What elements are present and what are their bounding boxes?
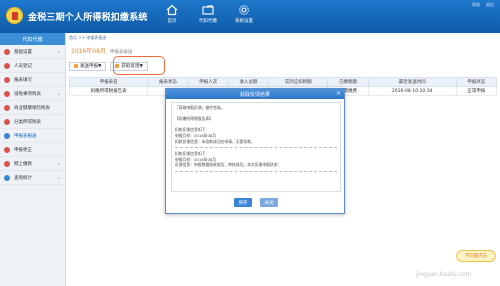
- sidebar-item-basic-settings[interactable]: 基础设置 ⌄: [0, 45, 65, 59]
- divider: [175, 170, 337, 172]
- sidebar-item-classified-income[interactable]: 分类所得附表: [0, 115, 65, 129]
- edit-icon: [4, 146, 10, 153]
- dialog-message: 「获取申报反馈」操作完成。 【扣缴所得税报告表】 扣款反馈信息如下： 申报月份：…: [171, 102, 341, 192]
- settings-icon: [4, 48, 10, 55]
- folder-icon: [202, 5, 214, 15]
- col-report-status: 报表状态: [147, 77, 189, 87]
- col-tax-paid: 已缴税额: [327, 77, 369, 87]
- watermark: 学问题点乐 jingyan.baidu.com: [416, 250, 496, 280]
- feedback-dialog: 获取反馈结果 × 「获取申报反馈」操作完成。 【扣缴所得税报告表】 扣款反馈信息…: [165, 88, 345, 214]
- person-icon: [4, 62, 10, 69]
- dialog-title-bar: 获取反馈结果 ×: [166, 89, 344, 99]
- send-report-button[interactable]: 发送申报▼: [69, 61, 107, 71]
- exit-link[interactable]: 退出: [486, 2, 494, 8]
- chevron-down-icon: ⌄: [56, 174, 61, 181]
- sidebar-item-label: 网上缴款: [14, 161, 32, 167]
- sidebar-item-label: 人员登记: [14, 63, 32, 69]
- watermark-site: jingyan.baidu.com: [416, 271, 472, 278]
- nav-withholding[interactable]: 代扣代缴: [194, 4, 222, 30]
- sidebar-item-label: 申报表报送: [14, 133, 37, 139]
- sidebar-item-online-payment[interactable]: 网上缴款 ⌄: [0, 157, 65, 171]
- watermark-badge: 学问题点乐: [456, 250, 496, 262]
- header-links: 帮助 退出: [472, 2, 494, 8]
- period-title: 2016年08月 申报表报送: [71, 46, 132, 55]
- dialog-footer: 保存 关闭: [166, 198, 346, 207]
- col-report-name: 申报表名: [68, 77, 149, 87]
- table-header-row: 申报表名 报表状态 申报人次 收入总额 实际应扣税额 已缴税额 最近发送时间 申…: [68, 77, 498, 87]
- sidebar-item-label: 报表填写: [14, 77, 32, 83]
- col-income-total: 收入总额: [227, 77, 270, 87]
- sidebar-item-query-stats[interactable]: 查询统计 ⌄: [0, 171, 65, 185]
- sidebar-item-label: 分类所得附表: [14, 119, 41, 125]
- message-line: 反馈信息：申报数据接收成功，审核成功。本次反馈申报状态：: [175, 162, 282, 168]
- dialog-title: 获取反馈结果: [239, 91, 270, 98]
- chevron-down-icon: ⌄: [56, 48, 61, 55]
- save-button[interactable]: 保存: [234, 198, 252, 207]
- sidebar-head[interactable]: 代扣代缴: [0, 33, 65, 45]
- get-feedback-button[interactable]: 获取反馈▼: [110, 61, 148, 71]
- period-subtitle: 申报表报送: [109, 50, 133, 55]
- sidebar-item-label: 基础设置: [14, 49, 32, 55]
- top-nav: 首页 代扣代缴 系统设置: [158, 4, 258, 30]
- gear-icon: [239, 5, 249, 15]
- toolbar: 发送申报▼ 获取反馈▼: [69, 61, 497, 71]
- send-icon: [4, 132, 10, 139]
- sidebar-head-label: 代扣代缴: [22, 36, 43, 43]
- get-feedback-label: 获取反馈▼: [121, 64, 143, 69]
- search-icon: [4, 174, 10, 181]
- cell: 扣缴所得税报告表: [68, 86, 149, 96]
- tax-logo-icon: [6, 7, 23, 24]
- chevron-down-icon: ⌄: [56, 160, 61, 167]
- document-icon: [4, 90, 10, 97]
- app-title: 金税三期个人所得税扣缴系统: [28, 13, 148, 23]
- sidebar-item-health-insurance[interactable]: 商业健康保险附表: [0, 101, 65, 115]
- breadcrumb: 首页 >> 申报表报送: [69, 35, 107, 40]
- sidebar-item-label: 减免事项附表: [14, 91, 41, 97]
- nav-settings-label: 系统设置: [235, 19, 253, 24]
- message-line: 扣款反馈信息：未扣款成功应申请，无需扣款。: [175, 138, 255, 144]
- home-icon: [166, 4, 178, 16]
- col-tax-due: 实际应扣税额: [268, 77, 329, 87]
- close-button[interactable]: 关闭: [260, 198, 278, 207]
- divider: [175, 147, 337, 149]
- app-header: 金税三期个人所得税扣缴系统 首页 代扣代缴 系统设置 帮助 退出: [0, 0, 500, 33]
- cell: 2016-08-10 10:34: [367, 86, 457, 96]
- cell: 正常申报: [455, 86, 498, 96]
- document-icon: [4, 118, 10, 125]
- payment-icon: [4, 160, 10, 167]
- send-icon: [74, 64, 78, 68]
- sidebar-item-report-correct[interactable]: 申报更正: [0, 143, 65, 157]
- col-declare-status: 申报状态: [455, 77, 498, 87]
- sidebar-item-exemption[interactable]: 减免事项附表 ⌄: [0, 87, 65, 101]
- col-person-count: 申报人次: [187, 77, 229, 87]
- sidebar-item-person-register[interactable]: 人员登记: [0, 59, 65, 73]
- sidebar-item-label: 申报更正: [14, 147, 32, 153]
- help-link[interactable]: 帮助: [472, 2, 480, 8]
- document-icon: [4, 104, 10, 111]
- report-icon: [4, 76, 10, 83]
- chevron-down-icon: ⌄: [56, 90, 61, 97]
- nav-home-label: 首页: [167, 19, 177, 24]
- sidebar-item-label: 商业健康保险附表: [14, 105, 50, 111]
- nav-settings[interactable]: 系统设置: [230, 4, 258, 30]
- nav-withholding-label: 代扣代缴: [199, 19, 217, 24]
- col-last-sent: 最近发送时间: [367, 77, 457, 87]
- nav-home[interactable]: 首页: [158, 4, 186, 30]
- sidebar-item-report-fill[interactable]: 报表填写: [0, 73, 65, 87]
- send-report-label: 发送申报▼: [80, 64, 102, 69]
- sidebar-item-label: 查询统计: [14, 175, 32, 181]
- sidebar: 代扣代缴 基础设置 ⌄ 人员登记 报表填写 减免事项附表 ⌄ 商业健康保险附表 …: [0, 33, 66, 286]
- feedback-icon: [115, 64, 120, 68]
- period-value: 2016年08月: [71, 48, 106, 55]
- sidebar-item-report-send[interactable]: 申报表报送: [0, 129, 65, 143]
- close-icon[interactable]: ×: [336, 90, 341, 97]
